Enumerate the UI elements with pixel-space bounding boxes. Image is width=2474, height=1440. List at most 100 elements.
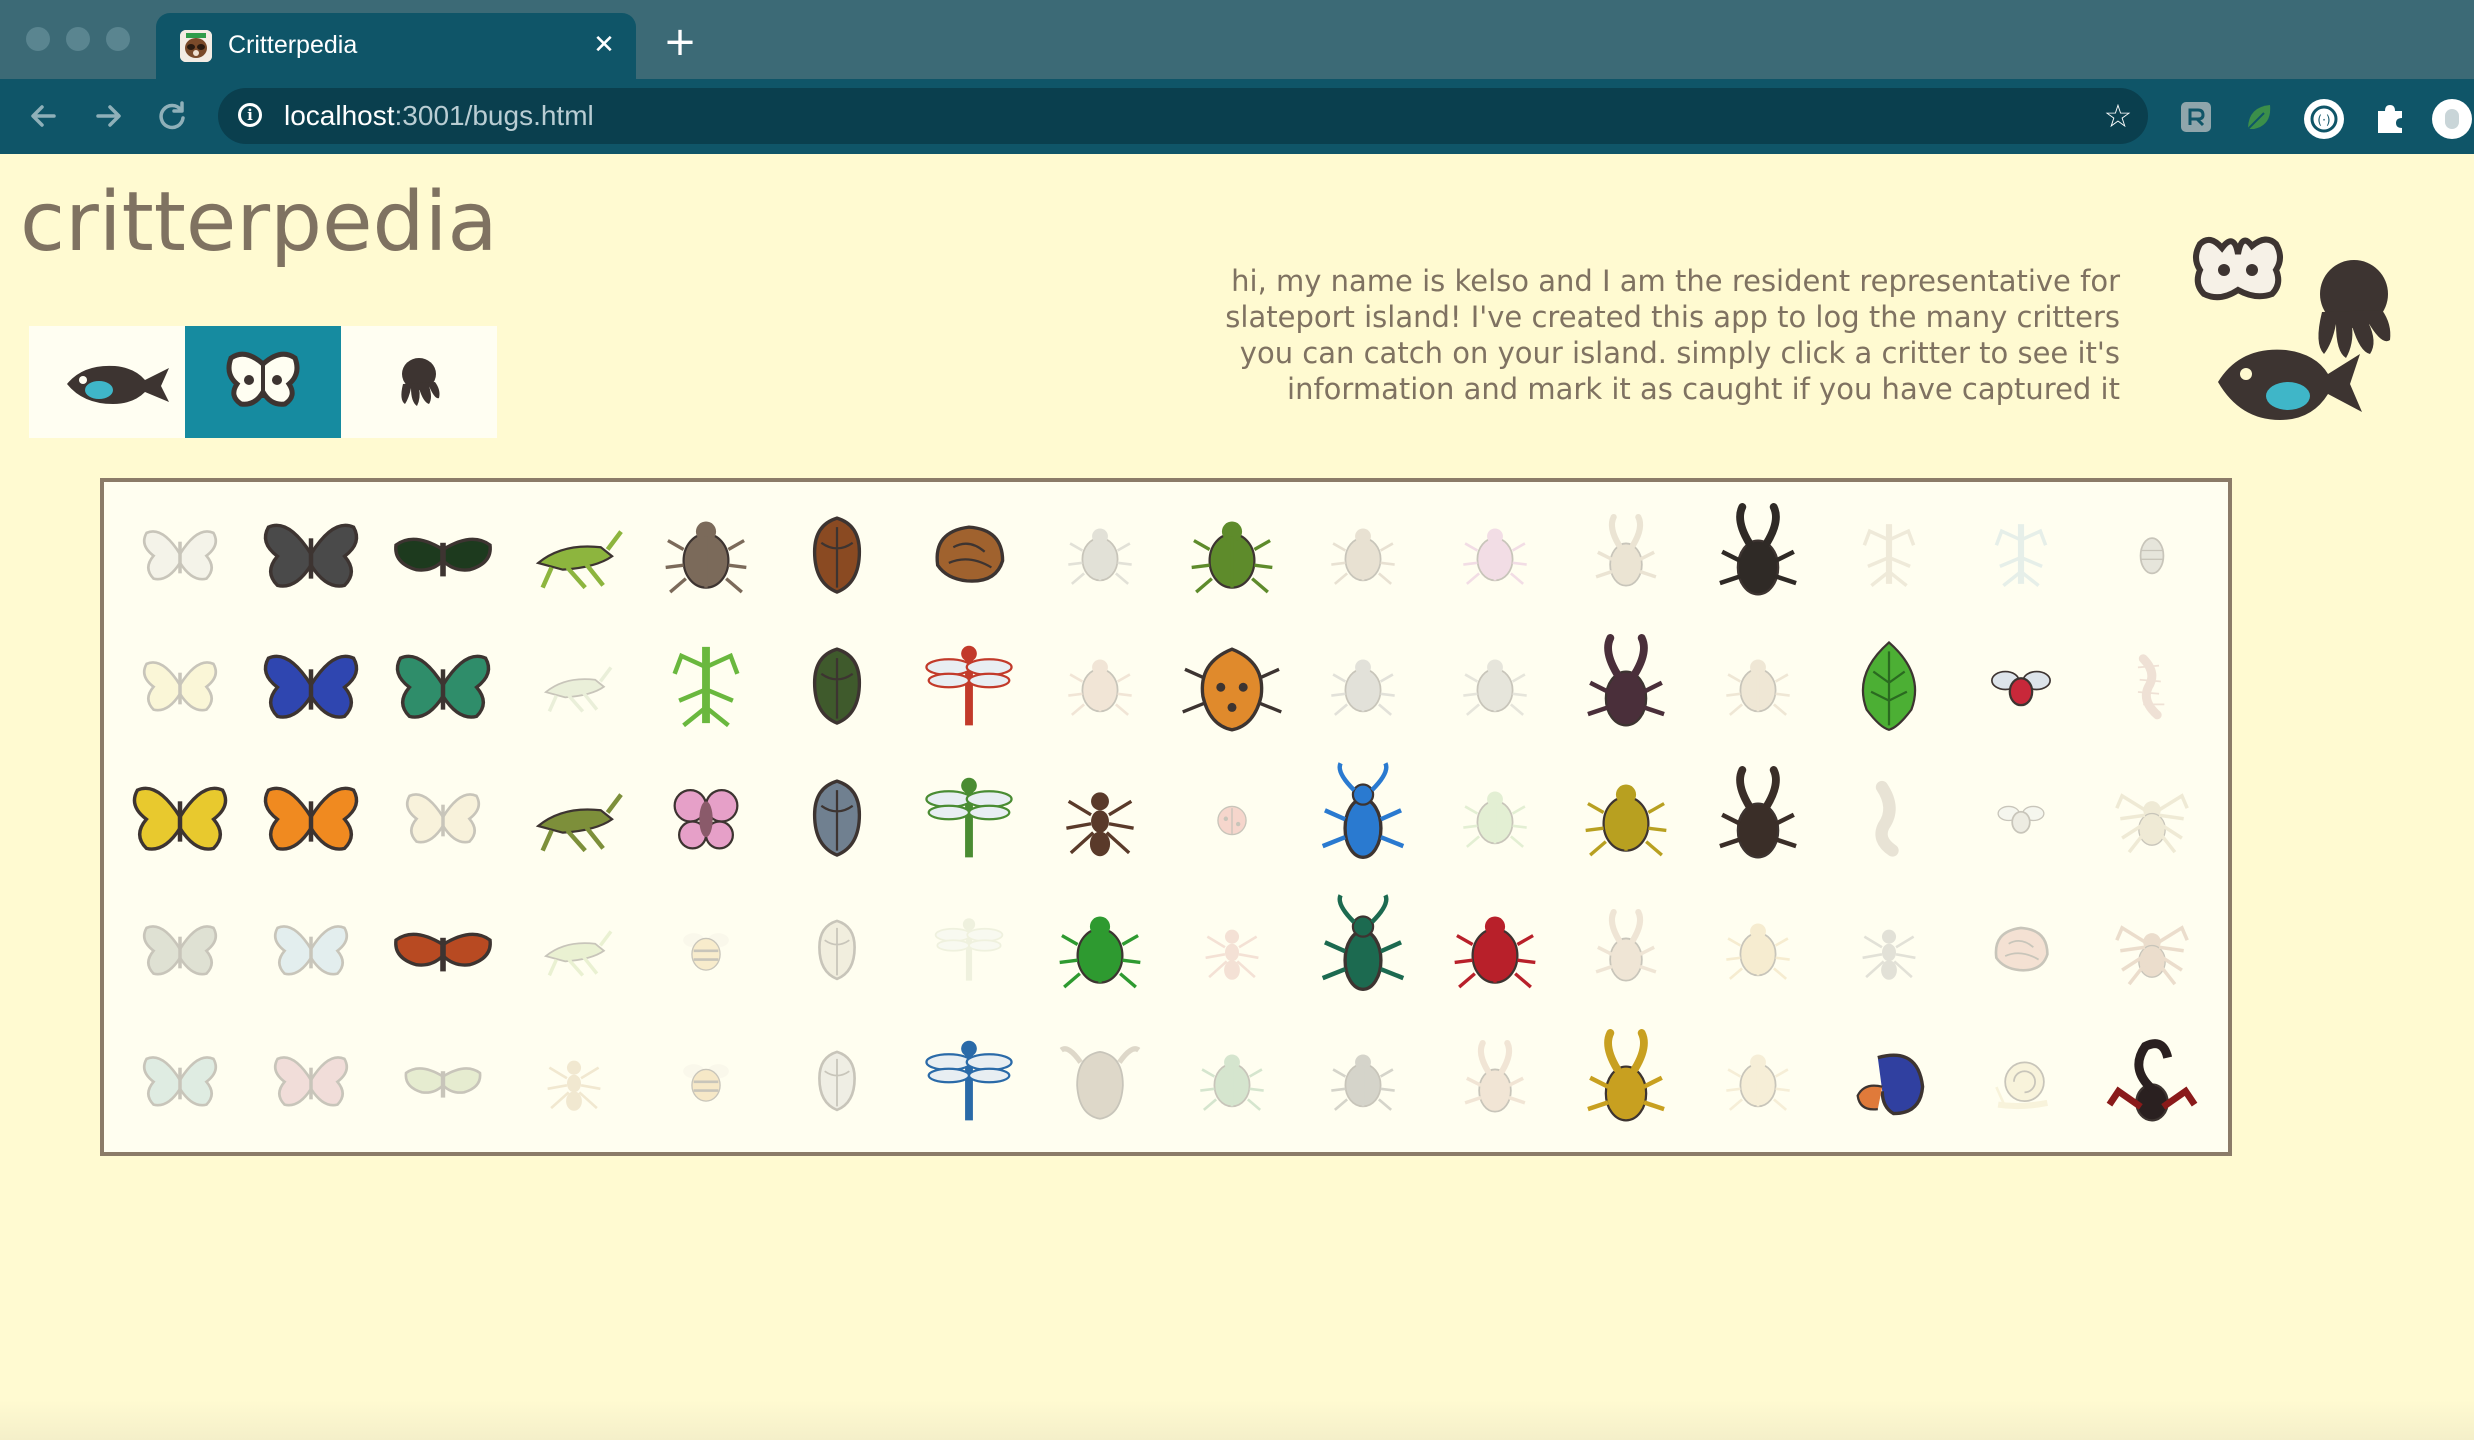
critter-card[interactable] bbox=[1298, 1014, 1430, 1146]
critter-card[interactable] bbox=[377, 883, 509, 1015]
critter-card[interactable] bbox=[640, 488, 772, 620]
critter-card[interactable] bbox=[640, 620, 772, 752]
address-bar[interactable]: i localhost:3001/bugs.html ☆ bbox=[218, 88, 2148, 144]
puzzle-extensions-icon[interactable] bbox=[2370, 97, 2410, 137]
critter-card[interactable] bbox=[377, 488, 509, 620]
critter-card[interactable] bbox=[1692, 620, 1824, 752]
critter-card[interactable] bbox=[1561, 883, 1693, 1015]
critter-card[interactable] bbox=[246, 620, 378, 752]
critter-card[interactable] bbox=[2087, 883, 2219, 1015]
critter-card[interactable] bbox=[509, 1014, 641, 1146]
critter-card[interactable] bbox=[640, 751, 772, 883]
critter-card[interactable] bbox=[509, 620, 641, 752]
tab-fish[interactable] bbox=[29, 326, 185, 438]
critter-card[interactable] bbox=[1166, 620, 1298, 752]
critter-card[interactable] bbox=[1298, 488, 1430, 620]
critter-card[interactable] bbox=[377, 751, 509, 883]
critter-card[interactable] bbox=[1429, 620, 1561, 752]
profile-circle-icon[interactable]: (·) bbox=[2302, 97, 2344, 139]
critter-card[interactable] bbox=[903, 488, 1035, 620]
critter-card[interactable] bbox=[1692, 488, 1824, 620]
critter-card[interactable] bbox=[114, 620, 246, 752]
critter-card[interactable] bbox=[1429, 488, 1561, 620]
back-arrow-icon[interactable] bbox=[24, 96, 64, 136]
critter-card[interactable] bbox=[246, 751, 378, 883]
critter-card[interactable] bbox=[1429, 751, 1561, 883]
critter-card[interactable] bbox=[772, 488, 904, 620]
critter-card[interactable] bbox=[509, 751, 641, 883]
critter-card[interactable] bbox=[114, 751, 246, 883]
new-tab-button[interactable]: + bbox=[660, 22, 700, 62]
forward-arrow-icon[interactable] bbox=[88, 96, 128, 136]
critter-card[interactable] bbox=[772, 751, 904, 883]
critter-card[interactable] bbox=[2087, 1014, 2219, 1146]
critter-card[interactable] bbox=[1824, 620, 1956, 752]
bookmark-star-icon[interactable]: ☆ bbox=[2100, 98, 2136, 134]
tab-bugs[interactable] bbox=[185, 326, 341, 438]
browser-tab-critterpedia[interactable]: Critterpedia ✕ bbox=[156, 13, 636, 79]
critter-card[interactable] bbox=[772, 1014, 904, 1146]
critter-card[interactable] bbox=[114, 1014, 246, 1146]
critter-card[interactable] bbox=[1166, 751, 1298, 883]
critter-card[interactable] bbox=[1692, 883, 1824, 1015]
account-avatar-icon[interactable] bbox=[2430, 97, 2472, 139]
critter-card[interactable] bbox=[640, 1014, 772, 1146]
critter-card[interactable] bbox=[1298, 751, 1430, 883]
critter-card[interactable] bbox=[1955, 1014, 2087, 1146]
critter-card[interactable] bbox=[1561, 751, 1693, 883]
critter-card[interactable] bbox=[1692, 751, 1824, 883]
critter-card[interactable] bbox=[114, 883, 246, 1015]
critter-card[interactable] bbox=[1561, 1014, 1693, 1146]
critter-card[interactable] bbox=[903, 1014, 1035, 1146]
critter-card[interactable] bbox=[772, 620, 904, 752]
url-text[interactable]: localhost:3001/bugs.html bbox=[284, 98, 594, 134]
critter-card[interactable] bbox=[1561, 620, 1693, 752]
critter-card[interactable] bbox=[903, 751, 1035, 883]
critter-card[interactable] bbox=[1824, 883, 1956, 1015]
site-info-icon[interactable]: i bbox=[238, 103, 262, 127]
critter-card[interactable] bbox=[377, 1014, 509, 1146]
extension-a-icon[interactable] bbox=[2176, 97, 2216, 137]
critter-card[interactable] bbox=[1824, 751, 1956, 883]
critter-card[interactable] bbox=[1429, 1014, 1561, 1146]
critter-card[interactable] bbox=[640, 883, 772, 1015]
critter-card[interactable] bbox=[377, 620, 509, 752]
critter-card[interactable] bbox=[1035, 1014, 1167, 1146]
critter-card[interactable] bbox=[1035, 883, 1167, 1015]
tab-close-icon[interactable]: ✕ bbox=[586, 27, 622, 63]
leaf-extension-icon[interactable] bbox=[2240, 97, 2280, 137]
critter-card[interactable] bbox=[903, 883, 1035, 1015]
critter-card[interactable] bbox=[1955, 620, 2087, 752]
critter-card[interactable] bbox=[1035, 751, 1167, 883]
critter-card[interactable] bbox=[1166, 488, 1298, 620]
critter-card[interactable] bbox=[1824, 1014, 1956, 1146]
critter-card[interactable] bbox=[1298, 883, 1430, 1015]
critter-card[interactable] bbox=[2087, 620, 2219, 752]
critter-card[interactable] bbox=[1166, 1014, 1298, 1146]
critter-card[interactable] bbox=[246, 488, 378, 620]
critter-card[interactable] bbox=[1561, 488, 1693, 620]
critter-card[interactable] bbox=[1035, 488, 1167, 620]
window-close-dot[interactable] bbox=[26, 27, 50, 51]
critter-card[interactable] bbox=[1166, 883, 1298, 1015]
critter-card[interactable] bbox=[1955, 751, 2087, 883]
critter-card[interactable] bbox=[1035, 620, 1167, 752]
critter-card[interactable] bbox=[114, 488, 246, 620]
critter-card[interactable] bbox=[246, 883, 378, 1015]
critter-card[interactable] bbox=[1955, 883, 2087, 1015]
critter-card[interactable] bbox=[903, 620, 1035, 752]
critter-card[interactable] bbox=[1955, 488, 2087, 620]
window-minimize-dot[interactable] bbox=[66, 27, 90, 51]
critter-card[interactable] bbox=[509, 488, 641, 620]
critter-card[interactable] bbox=[1429, 883, 1561, 1015]
critter-card[interactable] bbox=[509, 883, 641, 1015]
critter-card[interactable] bbox=[2087, 488, 2219, 620]
critter-card[interactable] bbox=[1824, 488, 1956, 620]
critter-card[interactable] bbox=[2087, 751, 2219, 883]
critter-card[interactable] bbox=[772, 883, 904, 1015]
critter-card[interactable] bbox=[1692, 1014, 1824, 1146]
critter-card[interactable] bbox=[1298, 620, 1430, 752]
reload-icon[interactable] bbox=[152, 96, 192, 136]
tab-sea-creatures[interactable] bbox=[341, 326, 497, 438]
window-zoom-dot[interactable] bbox=[106, 27, 130, 51]
